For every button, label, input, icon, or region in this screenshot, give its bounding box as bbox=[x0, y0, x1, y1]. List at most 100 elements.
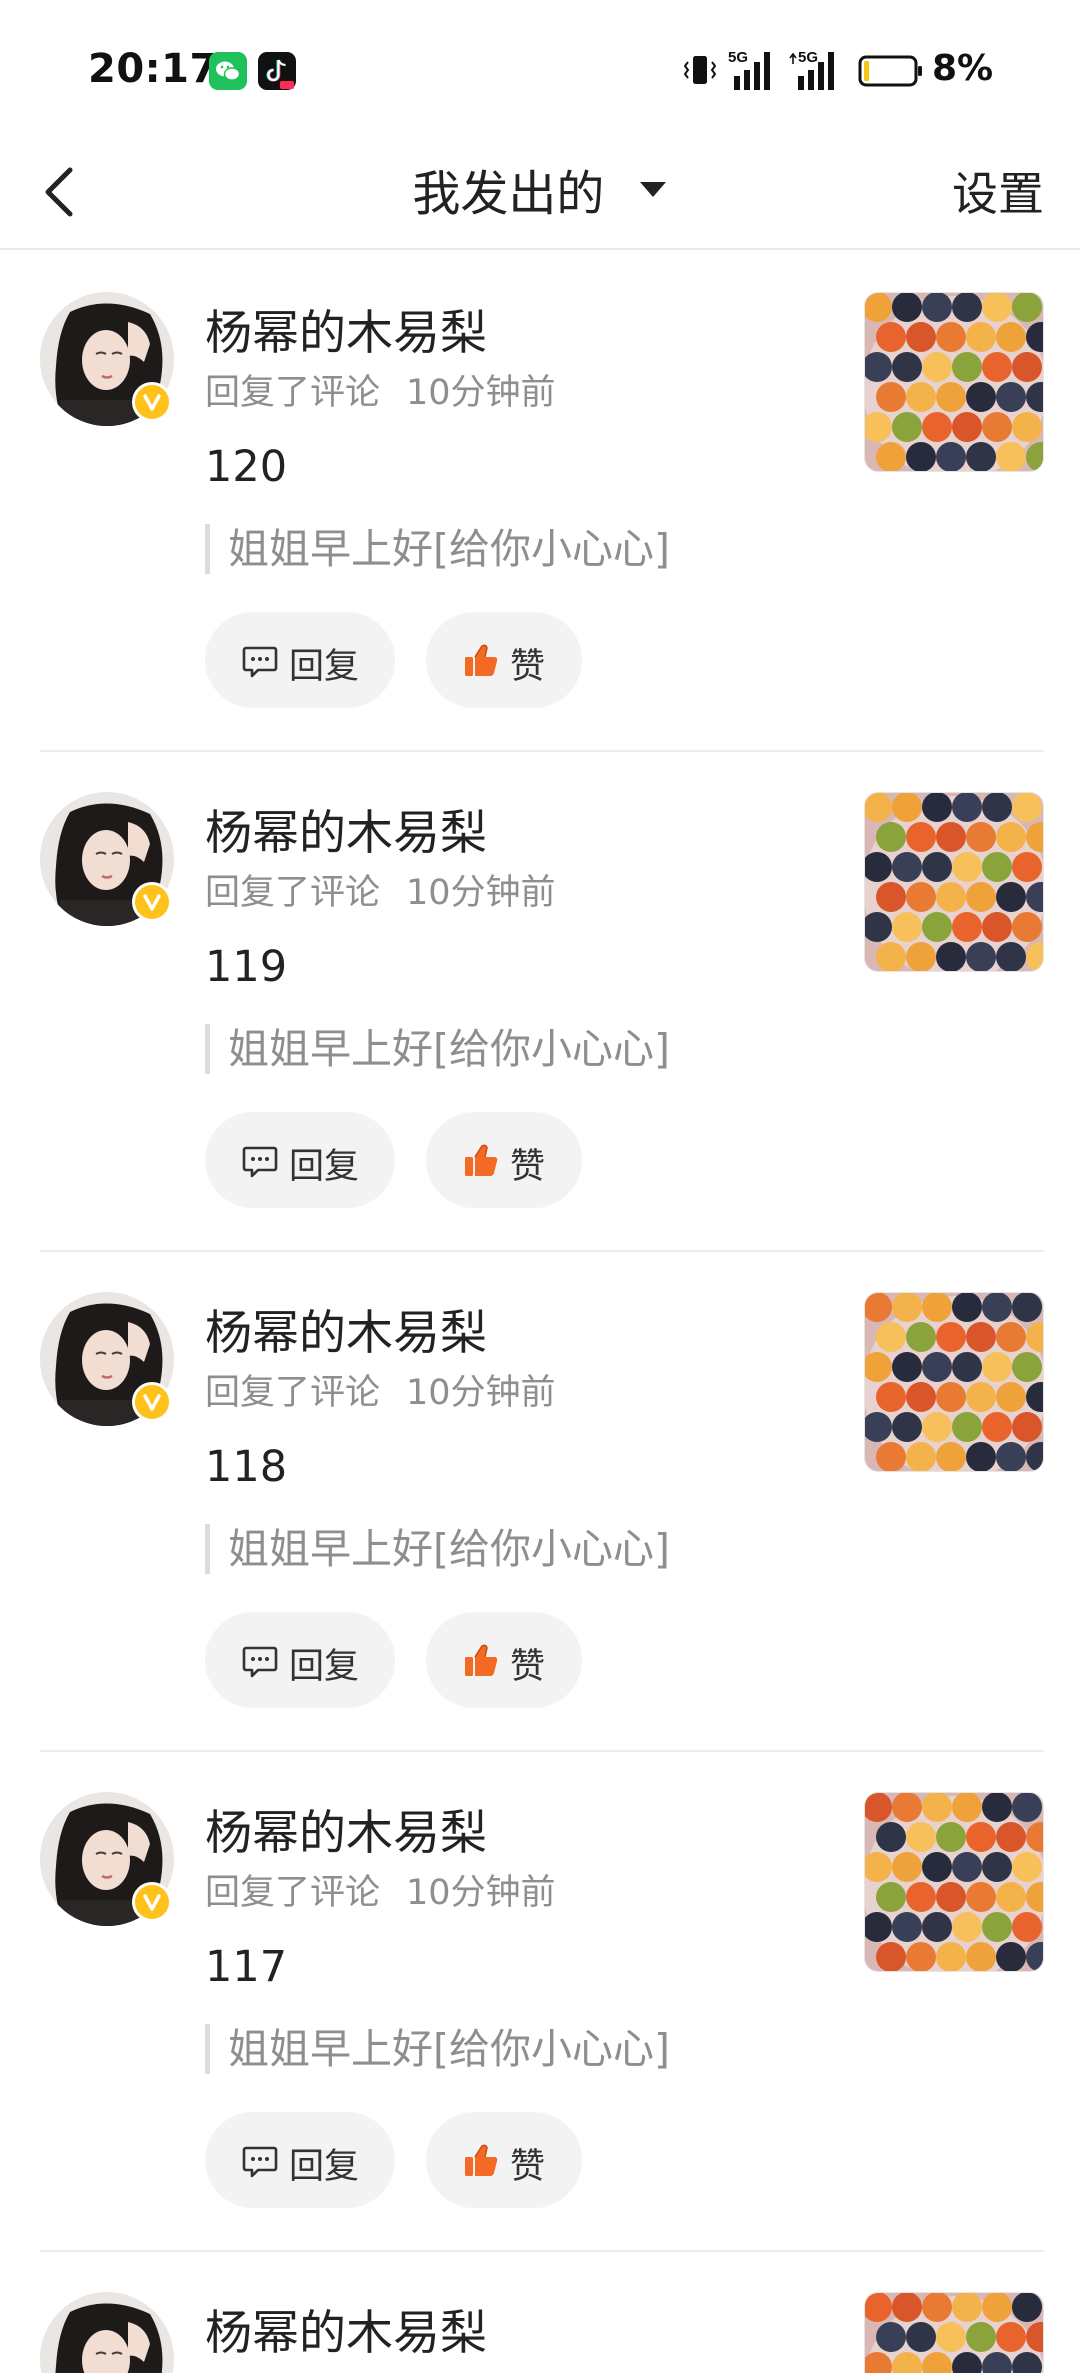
list-item[interactable]: 杨幂的木易梨 回复了评论 10分钟前 118 姐姐早上好[给你小心心] 回复 赞 bbox=[0, 1252, 1080, 1752]
fruit-shape bbox=[876, 1882, 906, 1912]
fruit-shape bbox=[1012, 1412, 1042, 1442]
fruit-shape bbox=[876, 1822, 906, 1852]
fruit-shape bbox=[936, 1442, 966, 1471]
timestamp: 10分钟前 bbox=[406, 1373, 556, 1413]
verified-badge bbox=[132, 1882, 172, 1922]
fruit-shape bbox=[952, 1852, 982, 1882]
fruit-shape bbox=[1012, 1793, 1042, 1822]
list-item[interactable]: 杨幂的木易梨 回复了评论 10分钟前 119 姐姐早上好[给你小心心] 回复 赞 bbox=[0, 752, 1080, 1252]
network-label: 5G bbox=[728, 49, 748, 66]
list-item[interactable]: 杨幂的木易梨 回复了评论 10分钟前 117 姐姐早上好[给你小心心] 回复 赞 bbox=[0, 1752, 1080, 2252]
fruit-shape bbox=[906, 1442, 936, 1471]
fruit-shape bbox=[936, 1322, 966, 1352]
fruit-shape bbox=[922, 912, 952, 942]
fruit-shape bbox=[906, 1942, 936, 1971]
action-text: 回复了评论 bbox=[205, 1373, 381, 1413]
comment-text[interactable]: 120 bbox=[205, 442, 287, 492]
quoted-comment[interactable]: 姐姐早上好[给你小心心] bbox=[205, 1524, 670, 1574]
post-thumbnail[interactable] bbox=[864, 792, 1044, 972]
action-text: 回复了评论 bbox=[205, 373, 381, 413]
post-thumbnail[interactable] bbox=[864, 292, 1044, 472]
fruit-shape bbox=[982, 1912, 1012, 1942]
signal-icon: 5G bbox=[728, 49, 770, 90]
quoted-comment[interactable]: 姐姐早上好[给你小心心] bbox=[205, 2024, 670, 2074]
comment-icon bbox=[242, 2146, 278, 2178]
avatar-image bbox=[40, 2292, 174, 2373]
avatar[interactable] bbox=[40, 2292, 174, 2373]
like-button[interactable]: 赞 bbox=[426, 2112, 582, 2208]
comment-text[interactable]: 118 bbox=[205, 1442, 287, 1492]
fruit-bowl-image bbox=[865, 293, 1043, 471]
user-name[interactable]: 杨幂的木易梨 bbox=[205, 294, 487, 363]
comment-feed[interactable]: 杨幂的木易梨 回复了评论 10分钟前 120 姐姐早上好[给你小心心] 回复 赞 bbox=[0, 252, 1080, 2373]
vibrate-icon bbox=[683, 56, 717, 84]
fruit-shape bbox=[952, 912, 982, 942]
post-thumbnail[interactable] bbox=[864, 2292, 1044, 2373]
fruit-shape bbox=[982, 352, 1012, 382]
fruit-shape bbox=[906, 822, 936, 852]
reply-button[interactable]: 回复 bbox=[205, 1612, 395, 1708]
user-name[interactable]: 杨幂的木易梨 bbox=[205, 1794, 487, 1863]
avatar[interactable] bbox=[40, 792, 174, 926]
fruit-shape bbox=[982, 412, 1012, 442]
fruit-shape bbox=[996, 322, 1026, 352]
fruit-shape bbox=[876, 1382, 906, 1412]
fruit-shape bbox=[996, 2322, 1026, 2352]
user-name[interactable]: 杨幂的木易梨 bbox=[205, 2294, 487, 2363]
fruit-shape bbox=[876, 942, 906, 971]
reply-button[interactable]: 回复 bbox=[205, 1112, 395, 1208]
action-text: 回复了评论 bbox=[205, 873, 381, 913]
fruit-shape bbox=[952, 293, 982, 322]
quoted-comment[interactable]: 姐姐早上好[给你小心心] bbox=[205, 524, 670, 574]
fruit-shape bbox=[952, 1793, 982, 1822]
item-meta: 回复了评论 10分钟前 bbox=[205, 364, 556, 415]
comment-text[interactable]: 117 bbox=[205, 1942, 287, 1992]
settings-button[interactable]: 设置 bbox=[952, 158, 1044, 224]
like-button[interactable]: 赞 bbox=[426, 1112, 582, 1208]
fruit-shape bbox=[952, 1412, 982, 1442]
fruit-shape bbox=[906, 382, 936, 412]
list-item[interactable]: 杨幂的木易梨 bbox=[0, 2252, 1080, 2373]
fruit-shape bbox=[922, 1912, 952, 1942]
verified-v-icon bbox=[143, 394, 161, 411]
post-thumbnail[interactable] bbox=[864, 1792, 1044, 1972]
tiktok-icon bbox=[258, 52, 296, 90]
verified-v-icon bbox=[143, 894, 161, 911]
fruit-shape bbox=[876, 1322, 906, 1352]
reply-button[interactable]: 回复 bbox=[205, 612, 395, 708]
fruit-shape bbox=[922, 852, 952, 882]
fruit-shape bbox=[892, 412, 922, 442]
fruit-shape bbox=[966, 1382, 996, 1412]
fruit-shape bbox=[936, 2322, 966, 2352]
fruit-shape bbox=[922, 1852, 952, 1882]
fruit-shape bbox=[966, 1442, 996, 1471]
list-item[interactable]: 杨幂的木易梨 回复了评论 10分钟前 120 姐姐早上好[给你小心心] 回复 赞 bbox=[0, 252, 1080, 752]
quoted-comment[interactable]: 姐姐早上好[给你小心心] bbox=[205, 1024, 670, 1074]
fruit-shape bbox=[906, 1822, 936, 1852]
comment-text[interactable]: 119 bbox=[205, 942, 287, 992]
fruit-shape bbox=[936, 882, 966, 912]
timestamp: 10分钟前 bbox=[406, 873, 556, 913]
fruit-shape bbox=[922, 412, 952, 442]
avatar[interactable] bbox=[40, 292, 174, 426]
fruit-bowl-image bbox=[865, 2293, 1043, 2373]
header: 我发出的 设置 bbox=[0, 130, 1080, 250]
fruit-shape bbox=[936, 1822, 966, 1852]
page-title-dropdown[interactable]: 我发出的 bbox=[0, 154, 1080, 224]
reply-button[interactable]: 回复 bbox=[205, 2112, 395, 2208]
like-button[interactable]: 赞 bbox=[426, 612, 582, 708]
item-meta: 回复了评论 10分钟前 bbox=[205, 1864, 556, 1915]
fruit-shape bbox=[982, 1293, 1012, 1322]
avatar[interactable] bbox=[40, 1792, 174, 1926]
user-name[interactable]: 杨幂的木易梨 bbox=[205, 794, 487, 863]
post-thumbnail[interactable] bbox=[864, 1292, 1044, 1472]
fruit-shape bbox=[982, 1852, 1012, 1882]
reply-label: 回复 bbox=[289, 1647, 360, 1687]
fruit-shape bbox=[936, 322, 966, 352]
thumbs-up-icon bbox=[465, 644, 498, 676]
user-name[interactable]: 杨幂的木易梨 bbox=[205, 1294, 487, 1363]
fruit-shape bbox=[966, 1942, 996, 1971]
avatar[interactable] bbox=[40, 1292, 174, 1426]
like-button[interactable]: 赞 bbox=[426, 1612, 582, 1708]
fruit-shape bbox=[982, 1793, 1012, 1822]
